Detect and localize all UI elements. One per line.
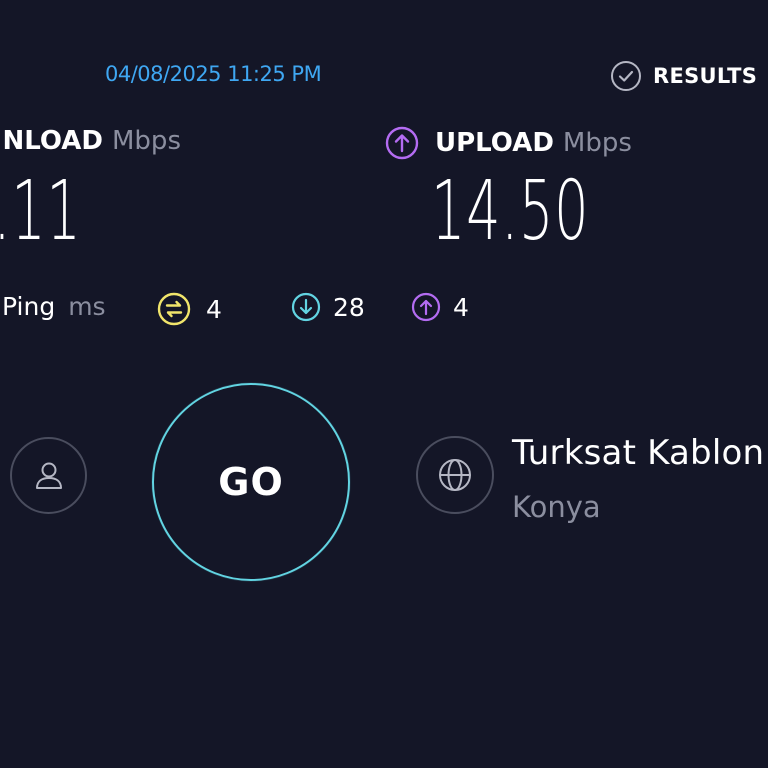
ping-idle-value: 4 bbox=[206, 294, 222, 324]
test-timestamp: 04/08/2025 11:25 PM bbox=[105, 62, 322, 86]
ping-upload: 4 bbox=[411, 292, 469, 322]
ping-idle: 4 bbox=[157, 292, 222, 326]
server-provider[interactable]: Turksat Kablon bbox=[512, 433, 764, 473]
upload-title: UPLOAD bbox=[435, 128, 554, 158]
change-user-button[interactable] bbox=[10, 437, 87, 514]
ping-download: 28 bbox=[291, 292, 365, 322]
globe-icon bbox=[439, 459, 471, 491]
server-location[interactable]: Konya bbox=[512, 490, 601, 524]
ping-label: Ping ms bbox=[2, 292, 106, 321]
change-server-button[interactable] bbox=[416, 436, 494, 514]
ping-download-value: 28 bbox=[333, 292, 365, 322]
upload-speed-value: 14.50 bbox=[431, 164, 590, 259]
download-header: NLOAD Mbps bbox=[2, 126, 181, 156]
ping-idle-icon bbox=[157, 292, 191, 326]
results-label: RESULTS bbox=[653, 64, 758, 88]
download-arrow-icon bbox=[291, 292, 321, 322]
upload-header: UPLOAD Mbps bbox=[385, 126, 632, 160]
upload-unit: Mbps bbox=[562, 128, 632, 158]
ping-title: Ping bbox=[2, 292, 56, 321]
ping-upload-value: 4 bbox=[453, 292, 469, 322]
download-speed-value: .11 bbox=[0, 164, 81, 259]
upload-arrow-icon bbox=[411, 292, 441, 322]
ping-unit: ms bbox=[68, 292, 106, 321]
download-title: NLOAD bbox=[2, 126, 103, 156]
upload-arrow-icon bbox=[385, 126, 419, 160]
go-button-label: GO bbox=[218, 460, 284, 504]
results-button[interactable]: RESULTS bbox=[610, 60, 757, 92]
check-circle-icon bbox=[611, 61, 641, 91]
download-unit: Mbps bbox=[112, 126, 181, 156]
user-icon bbox=[35, 462, 62, 489]
go-button[interactable]: GO bbox=[152, 383, 350, 581]
